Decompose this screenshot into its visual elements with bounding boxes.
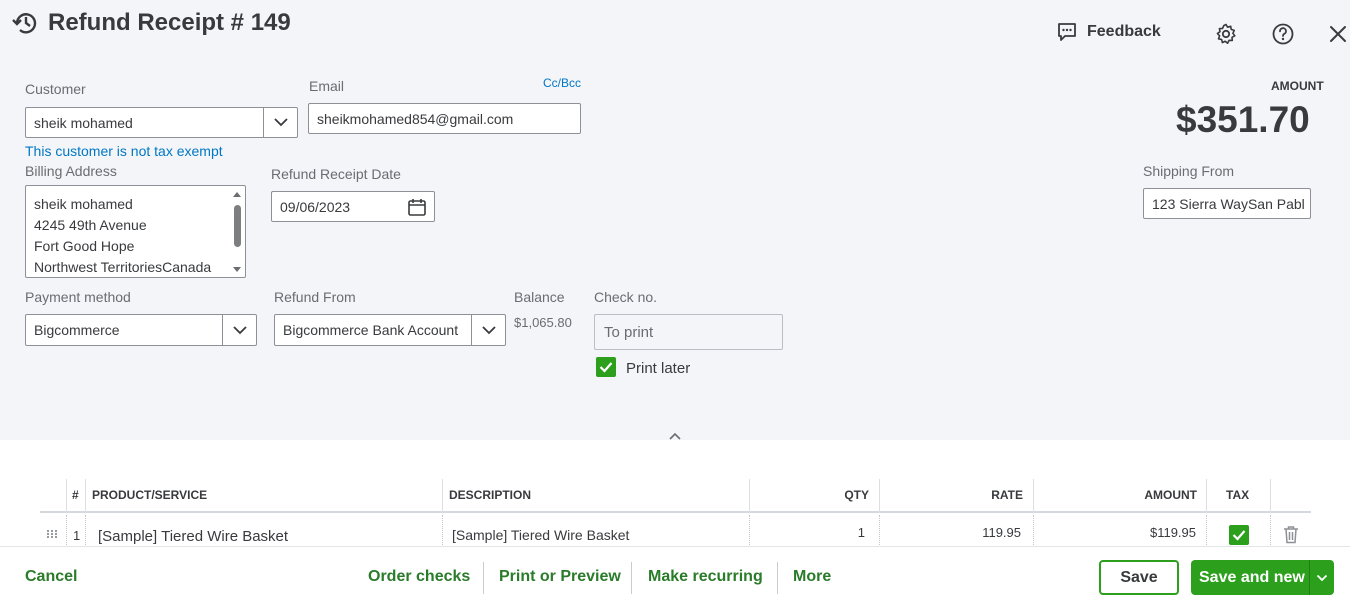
payment-method-value: Bigcommerce: [34, 322, 120, 338]
chevron-down-icon[interactable]: [1309, 560, 1334, 595]
refund-from-select[interactable]: Bigcommerce Bank Account: [274, 314, 506, 346]
save-and-new-label[interactable]: Save and new: [1191, 569, 1309, 587]
feedback-label: Feedback: [1087, 23, 1161, 40]
chevron-down-icon[interactable]: [222, 315, 256, 345]
print-later-checkbox[interactable]: [596, 357, 616, 377]
trash-icon[interactable]: [1283, 525, 1299, 544]
address-line: sheik mohamed: [34, 196, 133, 212]
row-number: 1: [73, 528, 81, 543]
scroll-down-icon[interactable]: [233, 267, 241, 272]
scroll-up-icon[interactable]: [233, 192, 241, 197]
feedback-button[interactable]: Feedback: [1056, 21, 1161, 43]
chevron-up-icon[interactable]: [668, 431, 682, 441]
email-field[interactable]: sheikmohamed854@gmail.com: [308, 103, 581, 134]
table-row[interactable]: 1 [Sample] Tiered Wire Basket [Sample] T…: [40, 515, 1311, 549]
email-label: Email: [309, 78, 345, 94]
cc-bcc-link[interactable]: Cc/Bcc: [543, 76, 581, 90]
customer-select[interactable]: sheik mohamed: [25, 107, 298, 138]
chevron-down-icon[interactable]: [471, 315, 505, 345]
row-rate[interactable]: 119.95: [982, 525, 1021, 540]
refund-date-field[interactable]: 09/06/2023: [271, 191, 435, 222]
gear-icon: [1216, 23, 1236, 44]
save-and-new-button[interactable]: Save and new: [1191, 560, 1334, 595]
row-tax-checkbox[interactable]: [1229, 525, 1249, 545]
check-no-label: Check no.: [594, 289, 658, 305]
footer-bar: Cancel Order checks Print or Preview Mak…: [0, 546, 1350, 606]
print-later-label[interactable]: Print later: [626, 360, 690, 377]
print-preview-button[interactable]: Print or Preview: [499, 568, 621, 586]
table-header: # PRODUCT/SERVICE DESCRIPTION QTY RATE A…: [40, 479, 1311, 513]
shipping-from-value: 123 Sierra WaySan Pabl: [1152, 195, 1305, 212]
help-icon: [1272, 23, 1294, 45]
tax-exempt-note: This customer is not tax exempt: [25, 143, 223, 159]
address-line: Northwest TerritoriesCanada: [34, 259, 212, 275]
make-recurring-button[interactable]: Make recurring: [648, 568, 763, 586]
billing-address-field[interactable]: sheik mohamed 4245 49th Avenue Fort Good…: [25, 185, 246, 278]
col-header-number: #: [72, 488, 79, 502]
address-scrollbar[interactable]: [230, 187, 244, 276]
col-header-description: DESCRIPTION: [449, 488, 532, 502]
checkmark-icon: [599, 362, 613, 373]
page-title: Refund Receipt # 149: [48, 9, 291, 36]
checkmark-icon: [1232, 530, 1246, 541]
row-qty[interactable]: 1: [858, 525, 865, 540]
col-header-product: PRODUCT/SERVICE: [92, 488, 208, 502]
col-header-qty: QTY: [844, 488, 869, 502]
address-line: 4245 49th Avenue: [34, 217, 147, 233]
close-icon: [1330, 26, 1346, 42]
address-line: Fort Good Hope: [34, 238, 135, 254]
amount-label: AMOUNT: [1271, 79, 1324, 93]
customer-value: sheik mohamed: [34, 114, 133, 131]
col-header-tax: TAX: [1226, 488, 1250, 502]
shipping-from-field[interactable]: 123 Sierra WaySan Pabl: [1143, 188, 1311, 219]
payment-method-label: Payment method: [25, 289, 131, 305]
chat-bubble-icon: [1058, 23, 1076, 41]
help-button[interactable]: [1271, 22, 1295, 46]
refund-date-label: Refund Receipt Date: [271, 166, 401, 182]
scroll-thumb[interactable]: [234, 205, 241, 247]
col-header-amount: AMOUNT: [1144, 488, 1197, 502]
balance-value: $1,065.80: [514, 315, 572, 330]
cancel-button[interactable]: Cancel: [25, 568, 77, 586]
save-button[interactable]: Save: [1099, 560, 1179, 595]
email-value: sheikmohamed854@gmail.com: [317, 110, 514, 127]
settings-button[interactable]: [1214, 22, 1238, 46]
balance-label: Balance: [514, 289, 565, 305]
row-amount[interactable]: $119.95: [1150, 525, 1196, 540]
calendar-icon[interactable]: [400, 197, 434, 217]
payment-method-select[interactable]: Bigcommerce: [25, 314, 257, 346]
col-header-rate: RATE: [991, 488, 1023, 502]
customer-label: Customer: [25, 81, 86, 97]
chevron-down-icon[interactable]: [263, 108, 297, 137]
amount-total: $351.70: [1176, 99, 1310, 140]
refund-date-value: 09/06/2023: [280, 198, 351, 215]
close-button[interactable]: [1327, 23, 1349, 45]
row-description[interactable]: [Sample] Tiered Wire Basket: [452, 527, 629, 543]
row-product[interactable]: [Sample] Tiered Wire Basket: [98, 528, 288, 545]
more-button[interactable]: More: [793, 568, 831, 586]
check-no-field[interactable]: To print: [594, 314, 783, 350]
order-checks-button[interactable]: Order checks: [368, 568, 470, 586]
refund-from-label: Refund From: [274, 289, 356, 305]
billing-address-label: Billing Address: [25, 163, 117, 179]
refund-from-value: Bigcommerce Bank Account: [283, 322, 459, 338]
history-icon[interactable]: [11, 8, 41, 38]
shipping-from-label: Shipping From: [1143, 163, 1235, 179]
drag-handle-icon[interactable]: [46, 529, 58, 539]
